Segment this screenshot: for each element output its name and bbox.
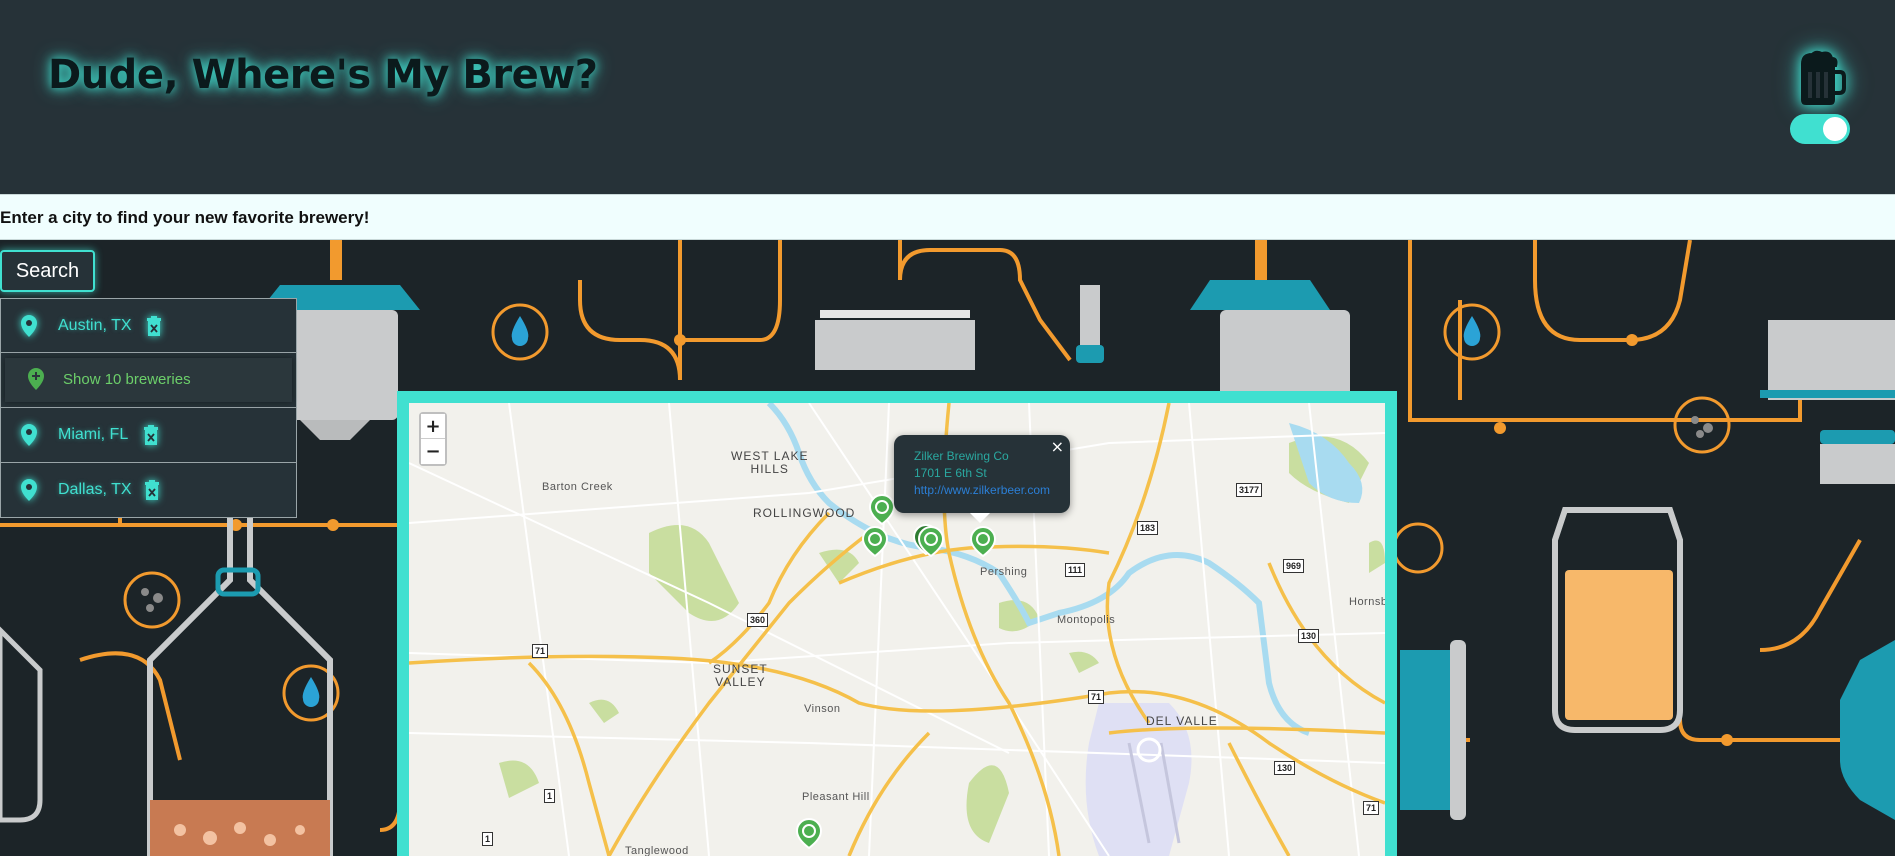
show-breweries-label: Show 10 breweries — [63, 371, 191, 388]
site-header: Dude, Where's My Brew? — [0, 0, 1895, 194]
beer-mug-icon — [1801, 50, 1846, 105]
map-label-rollingwood: ROLLINGWOOD — [753, 506, 856, 520]
prompt-text: Enter a city to find your new favorite b… — [0, 208, 370, 227]
highway-shield: 71 — [1363, 801, 1380, 815]
brewery-map[interactable]: + − WEST LAKE HILLS Barton Creek ROLLING… — [409, 403, 1385, 856]
zoom-out-button[interactable]: − — [421, 439, 445, 464]
delete-city-icon[interactable] — [144, 480, 160, 500]
saved-cities-list: Austin, TX Show 10 breweries Miami, FL D… — [0, 298, 297, 518]
map-label-del-valle: DEL VALLE — [1146, 714, 1218, 728]
search-button[interactable]: Search — [0, 250, 95, 292]
delete-city-icon[interactable] — [146, 316, 162, 336]
city-item-dallas[interactable]: Dallas, TX — [0, 463, 297, 518]
city-label: Dallas, TX — [58, 481, 132, 498]
toggle-knob — [1823, 117, 1847, 141]
map-label-west-lake-hills: WEST LAKE HILLS — [731, 449, 809, 476]
prompt-bar: Enter a city to find your new favorite b… — [0, 194, 1895, 240]
highway-shield: 71 — [1088, 690, 1105, 704]
highway-shield: 130 — [1298, 629, 1320, 643]
popup-brewery-address: 1701 E 6th St — [914, 466, 987, 480]
show-breweries-button[interactable]: Show 10 breweries — [5, 358, 292, 402]
map-label-sunset-valley: SUNSET VALLEY — [713, 662, 768, 689]
popup-close-button[interactable]: × — [1051, 437, 1064, 456]
map-label-barton-creek: Barton Creek — [542, 481, 613, 493]
brewery-popup: × Zilker Brewing Co 1701 E 6th St http:/… — [894, 435, 1070, 523]
map-label-pershing: Pershing — [980, 566, 1028, 578]
highway-shield: 1 — [482, 832, 494, 846]
map-frame: + − WEST LAKE HILLS Barton Creek ROLLING… — [397, 391, 1397, 856]
brewery-marker[interactable] — [969, 525, 997, 557]
add-location-icon — [28, 368, 44, 390]
brewery-marker[interactable] — [917, 525, 945, 557]
highway-shield: 71 — [532, 644, 549, 658]
highway-shield: 1 — [544, 789, 556, 803]
location-pin-icon — [21, 424, 37, 446]
popup-brewery-name: Zilker Brewing Co — [914, 449, 1009, 463]
map-label-montopolis: Montopolis — [1057, 614, 1116, 626]
delete-city-icon[interactable] — [143, 425, 159, 445]
map-label-hornsby: Hornsby — [1349, 596, 1385, 608]
site-title: Dude, Where's My Brew? — [48, 52, 598, 98]
highway-shield: 111 — [1065, 563, 1086, 577]
brewery-marker[interactable] — [795, 817, 823, 849]
city-label: Austin, TX — [58, 317, 132, 334]
highway-shield: 969 — [1283, 559, 1305, 573]
popup-brewery-link[interactable]: http://www.zilkerbeer.com — [914, 483, 1050, 497]
zoom-in-button[interactable]: + — [421, 414, 445, 439]
city-item-miami[interactable]: Miami, FL — [0, 408, 297, 463]
city-item-austin[interactable]: Austin, TX — [0, 298, 297, 353]
location-pin-icon — [21, 479, 37, 501]
map-label-tanglewood: Tanglewood — [625, 845, 689, 856]
theme-toggle[interactable] — [1790, 114, 1850, 144]
highway-shield: 183 — [1137, 521, 1159, 535]
brewery-marker[interactable] — [868, 493, 896, 525]
brewery-marker[interactable] — [861, 525, 889, 557]
map-label-pleasant-hill: Pleasant Hill — [802, 791, 870, 803]
zoom-controls: + − — [419, 412, 447, 466]
map-label-vinson: Vinson — [804, 703, 841, 715]
city-label: Miami, FL — [58, 426, 129, 443]
highway-shield: 3177 — [1236, 483, 1263, 497]
location-pin-icon — [21, 315, 37, 337]
highway-shield: 130 — [1274, 761, 1296, 775]
show-breweries-row: Show 10 breweries — [0, 353, 297, 408]
highway-shield: 360 — [747, 613, 769, 627]
